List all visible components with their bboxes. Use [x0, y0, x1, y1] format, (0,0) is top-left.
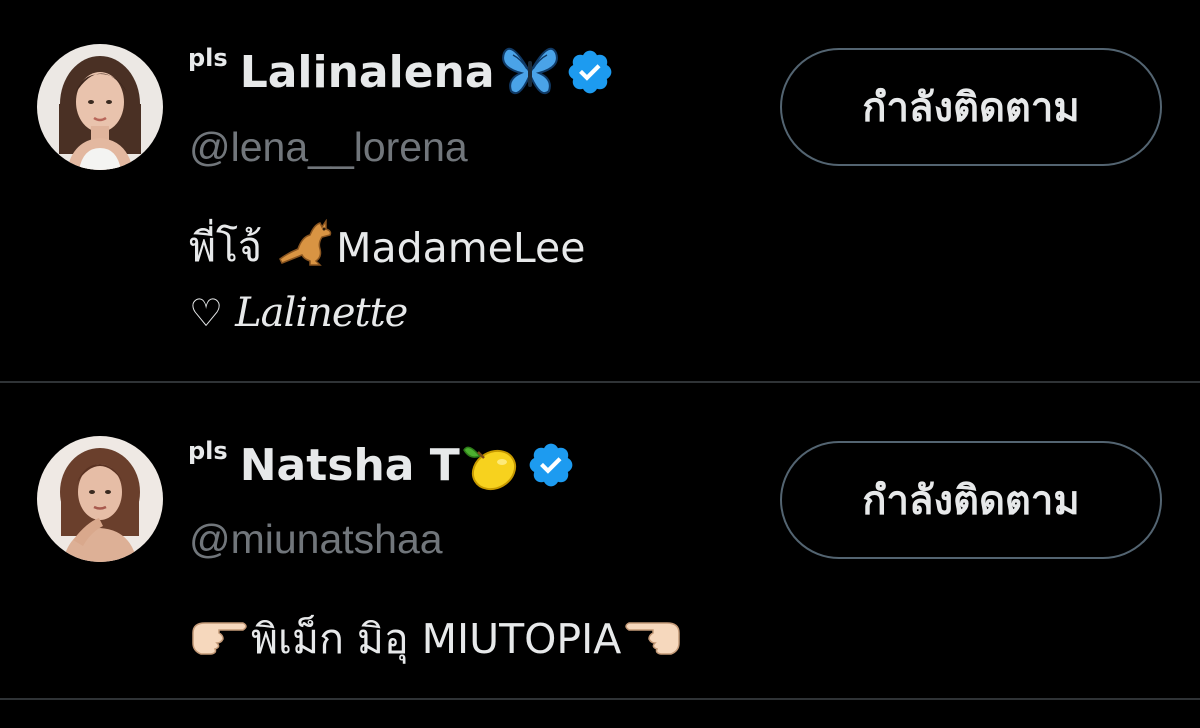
following-button[interactable]: กำลังติดตาม [780, 48, 1162, 166]
pointing-right-hand-emoji-icon [189, 613, 249, 667]
bio-text: พิเม็ก มิอุ MIUTOPIA [251, 615, 622, 663]
pointing-left-hand-emoji-icon [623, 613, 683, 667]
affiliate-label: pls [188, 437, 228, 465]
verified-badge-icon[interactable] [526, 440, 576, 490]
affiliate-label: pls [188, 44, 228, 72]
handle: @lena__lorena [189, 124, 468, 170]
handle: @miunatshaa [189, 516, 443, 562]
kangaroo-emoji-icon [276, 218, 334, 277]
bio-text-lalinette: Lalinette [235, 290, 408, 336]
display-name[interactable]: Natsha T [240, 440, 460, 491]
bio-text-madamelee: MadameLee [336, 223, 586, 272]
bio-line-1: พิเม็ก มิอุ MIUTOPIA [189, 607, 683, 672]
bio-line-2: ♡ Lalinette [189, 290, 408, 336]
bio-text-thai: พี่โจ้ [189, 223, 263, 271]
avatar[interactable] [37, 44, 163, 170]
user-cell-natsha-t[interactable]: pls Natsha T @miunatshaa พิเม็ก มิอุ MIU… [0, 383, 1200, 699]
verified-badge-icon[interactable] [565, 47, 615, 97]
following-button[interactable]: กำลังติดตาม [780, 441, 1162, 559]
heart-symbol: ♡ [189, 291, 224, 335]
butterfly-emoji-icon [501, 45, 559, 99]
user-cell-lalinalena[interactable]: pls Lalinalena @lena__lorena พี่โจ้ Mada… [0, 0, 1200, 382]
name-line[interactable]: pls Lalinalena [188, 40, 615, 104]
bio-line-1: พี่โจ้ MadameLee [189, 215, 585, 280]
lemon-emoji-icon [462, 438, 520, 492]
divider [0, 698, 1200, 700]
display-name[interactable]: Lalinalena [240, 47, 495, 98]
avatar[interactable] [37, 436, 163, 562]
name-line[interactable]: pls Natsha T [188, 433, 576, 497]
